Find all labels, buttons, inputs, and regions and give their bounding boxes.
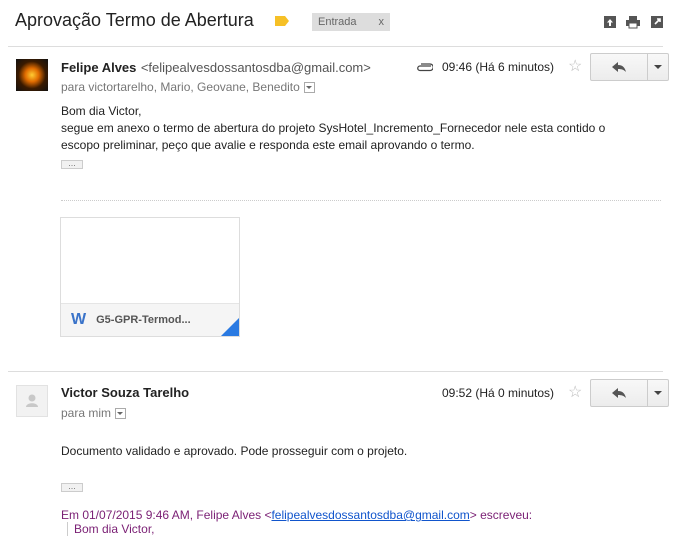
- default-user-icon: [26, 394, 38, 407]
- more-actions-button[interactable]: [648, 53, 669, 81]
- avatar[interactable]: [16, 385, 48, 417]
- message-2-sender[interactable]: Victor Souza Tarelho: [61, 385, 189, 400]
- chevron-down-icon: [654, 391, 662, 395]
- show-trimmed-content-button[interactable]: ...: [61, 159, 83, 169]
- new-window-icon[interactable]: [650, 15, 664, 29]
- quoted-line: Bom dia Victor,: [74, 522, 155, 536]
- star-icon[interactable]: ☆: [568, 59, 582, 75]
- inbox-label-chip[interactable]: Entrada x: [312, 13, 391, 31]
- sender-email: <felipealvesdossantosdba@gmail.com>: [140, 60, 371, 75]
- attachment-divider: [61, 200, 661, 201]
- show-trimmed-content-button[interactable]: ...: [61, 482, 83, 492]
- reply-button[interactable]: [590, 379, 648, 407]
- attachment-corner-fold: [221, 318, 239, 336]
- body-line: Documento validado e aprovado. Pode pros…: [61, 444, 408, 458]
- avatar[interactable]: [16, 59, 48, 91]
- quoted-text: Bom dia Victor,: [67, 522, 154, 536]
- message-divider: [8, 371, 663, 372]
- message-1-time: 09:46 (Há 6 minutos): [442, 60, 555, 74]
- quote-header: Em 01/07/2015 9:46 AM, Felipe Alves <fel…: [61, 508, 532, 522]
- quote-suffix: > escreveu:: [469, 508, 533, 522]
- star-icon[interactable]: ☆: [568, 385, 582, 401]
- label-tag-icon[interactable]: [275, 16, 289, 26]
- remove-label-button[interactable]: x: [379, 16, 385, 28]
- message-2-recipients: para mim: [61, 406, 127, 420]
- reply-icon: [612, 62, 626, 72]
- quoted-email-link[interactable]: felipealvesdossantosdba@gmail.com: [271, 508, 469, 522]
- message-2-actions: [590, 379, 669, 407]
- quote-prefix: Em 01/07/2015 9:46 AM, Felipe Alves <: [61, 508, 272, 522]
- recipients-text: para victortarelho, Mario, Geovane, Bene…: [61, 80, 300, 94]
- recipients-text: para mim: [61, 406, 112, 420]
- message-1-actions: [590, 53, 669, 81]
- thread-subject: Aprovação Termo de Abertura: [15, 10, 254, 30]
- more-actions-button[interactable]: [648, 379, 669, 407]
- attachment-name: G5-GPR-Termod...: [96, 314, 191, 326]
- reply-icon: [612, 388, 626, 398]
- header-divider: [8, 46, 663, 47]
- attachment-card[interactable]: W G5-GPR-Termod...: [60, 217, 240, 337]
- message-2-body: Documento validado e aprovado. Pode pros…: [61, 443, 407, 460]
- message-2-time: 09:52 (Há 0 minutos): [442, 386, 555, 400]
- message-1-recipients: para victortarelho, Mario, Geovane, Bene…: [61, 80, 315, 94]
- print-icon[interactable]: [626, 15, 640, 29]
- body-line: Bom dia Victor,: [61, 104, 142, 118]
- sender-name: Felipe Alves: [61, 60, 137, 75]
- archive-icon[interactable]: [603, 15, 617, 29]
- attachment-footer: W G5-GPR-Termod...: [61, 303, 239, 336]
- show-details-dropdown[interactable]: [303, 82, 315, 94]
- body-line: escopo preliminar, peço que avalie e res…: [61, 138, 475, 152]
- show-details-dropdown[interactable]: [115, 408, 127, 420]
- chevron-down-icon: [654, 65, 662, 69]
- message-1-sender[interactable]: Felipe Alves <felipealvesdossantosdba@gm…: [61, 59, 371, 77]
- paperclip-icon: [417, 63, 433, 72]
- body-line: segue em anexo o termo de abertura do pr…: [61, 121, 606, 135]
- word-document-icon: W: [71, 311, 87, 328]
- reply-button[interactable]: [590, 53, 648, 81]
- message-1-body: Bom dia Victor, segue em anexo o termo d…: [61, 103, 661, 154]
- inbox-label-text: Entrada: [318, 16, 357, 28]
